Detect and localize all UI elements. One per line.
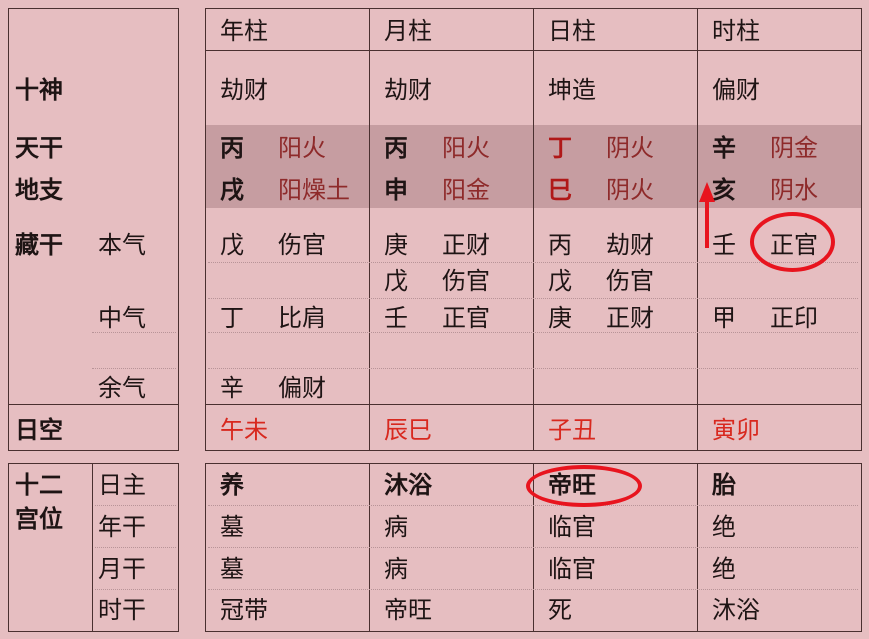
gongwei-value: 临官	[548, 513, 596, 541]
pillar-shishen: 劫财	[220, 76, 268, 104]
hidden-shishen: 劫财	[606, 231, 654, 259]
gongwei-value: 胎	[712, 471, 736, 499]
branch-element: 阳燥土	[278, 176, 350, 204]
dotted-divider	[208, 332, 858, 333]
pillar-header: 时柱	[712, 17, 760, 45]
gongwei-value: 沐浴	[384, 471, 432, 499]
hidden-stem: 戊	[220, 231, 244, 259]
dotted-divider	[208, 589, 858, 590]
label-shier: 十二	[15, 471, 63, 499]
kong-branches: 子丑	[548, 416, 596, 444]
dotted-divider	[92, 368, 176, 369]
gongwei-value: 墓	[220, 555, 244, 583]
row-divider	[205, 404, 862, 405]
label-shishen: 十神	[15, 76, 63, 104]
hidden-shishen: 比肩	[278, 304, 326, 332]
label-benqi: 本气	[98, 231, 146, 259]
annotation-circle	[526, 465, 642, 507]
dotted-divider	[208, 298, 858, 299]
hidden-shishen: 正官	[442, 304, 490, 332]
hidden-shishen: 正印	[770, 304, 818, 332]
column-divider	[533, 8, 534, 451]
stem-element: 阴火	[606, 134, 654, 162]
pillar-header: 年柱	[220, 17, 268, 45]
label-dizhi: 地支	[15, 176, 63, 204]
pillar-shishen: 坤造	[548, 76, 596, 104]
heavenly-stem: 丁	[548, 134, 572, 162]
dotted-divider	[208, 505, 858, 506]
branch-element: 阴火	[606, 176, 654, 204]
stem-element: 阳火	[442, 134, 490, 162]
hidden-shishen: 正财	[606, 304, 654, 332]
column-divider	[369, 8, 370, 451]
hidden-shishen: 伤官	[442, 267, 490, 295]
hidden-stem: 丙	[548, 231, 572, 259]
hidden-stem: 庚	[384, 231, 408, 259]
hidden-stem: 壬	[384, 304, 408, 332]
dotted-divider	[92, 332, 176, 333]
pillar-shishen: 劫财	[384, 76, 432, 104]
stem-element: 阴金	[770, 134, 818, 162]
header-divider	[205, 50, 862, 51]
row-divider	[8, 404, 179, 405]
gongwei-value: 养	[220, 471, 244, 499]
gongwei-value: 临官	[548, 555, 596, 583]
label-gongwei-row: 时干	[98, 596, 146, 624]
gongwei-value: 死	[548, 596, 572, 624]
hidden-stem: 戊	[384, 267, 408, 295]
hidden-shishen: 伤官	[606, 267, 654, 295]
hidden-stem: 丁	[220, 304, 244, 332]
column-divider	[92, 463, 93, 632]
dotted-divider	[95, 505, 176, 506]
gongwei-value: 帝旺	[384, 596, 432, 624]
kong-branches: 辰巳	[384, 416, 432, 444]
dotted-divider	[95, 547, 176, 548]
label-tiangan: 天干	[15, 134, 63, 162]
dotted-divider	[95, 589, 176, 590]
label-gongwei-row: 日主	[98, 471, 146, 499]
arrow-up-icon	[699, 182, 715, 248]
heavenly-stem: 辛	[712, 134, 736, 162]
hidden-shishen: 伤官	[278, 231, 326, 259]
stem-element: 阳火	[278, 134, 326, 162]
label-zhongqi: 中气	[98, 304, 146, 332]
pillar-header: 月柱	[384, 17, 432, 45]
gongwei-value: 沐浴	[712, 596, 760, 624]
label-gongwei: 宫位	[15, 505, 63, 533]
heavenly-stem: 丙	[384, 134, 408, 162]
heavenly-stem: 丙	[220, 134, 244, 162]
branch-element: 阳金	[442, 176, 490, 204]
label-yuqi: 余气	[98, 374, 146, 402]
gongwei-value: 墓	[220, 513, 244, 541]
label-rikong: 日空	[15, 416, 63, 444]
hidden-shishen: 偏财	[278, 374, 326, 402]
kong-branches: 午未	[220, 416, 268, 444]
earthly-branch: 申	[384, 176, 408, 204]
earthly-branch: 巳	[548, 176, 572, 204]
gongwei-value: 冠带	[220, 596, 268, 624]
hidden-shishen: 正财	[442, 231, 490, 259]
branch-element: 阴水	[770, 176, 818, 204]
gongwei-value: 绝	[712, 513, 736, 541]
hidden-stem: 庚	[548, 304, 572, 332]
hidden-stem: 辛	[220, 374, 244, 402]
gongwei-value: 绝	[712, 555, 736, 583]
hidden-stem: 戊	[548, 267, 572, 295]
gongwei-value: 病	[384, 555, 408, 583]
label-gongwei-row: 年干	[98, 513, 146, 541]
label-gongwei-row: 月干	[98, 555, 146, 583]
earthly-branch: 戌	[220, 176, 244, 204]
left-label-panel	[8, 8, 179, 451]
dotted-divider	[208, 547, 858, 548]
hidden-stem: 甲	[712, 304, 736, 332]
pillar-shishen: 偏财	[712, 76, 760, 104]
gongwei-value: 病	[384, 513, 408, 541]
label-canggan: 藏干	[15, 231, 63, 259]
dotted-divider	[208, 368, 858, 369]
pillar-header: 日柱	[548, 17, 596, 45]
kong-branches: 寅卯	[712, 416, 760, 444]
annotation-circle	[750, 212, 835, 272]
